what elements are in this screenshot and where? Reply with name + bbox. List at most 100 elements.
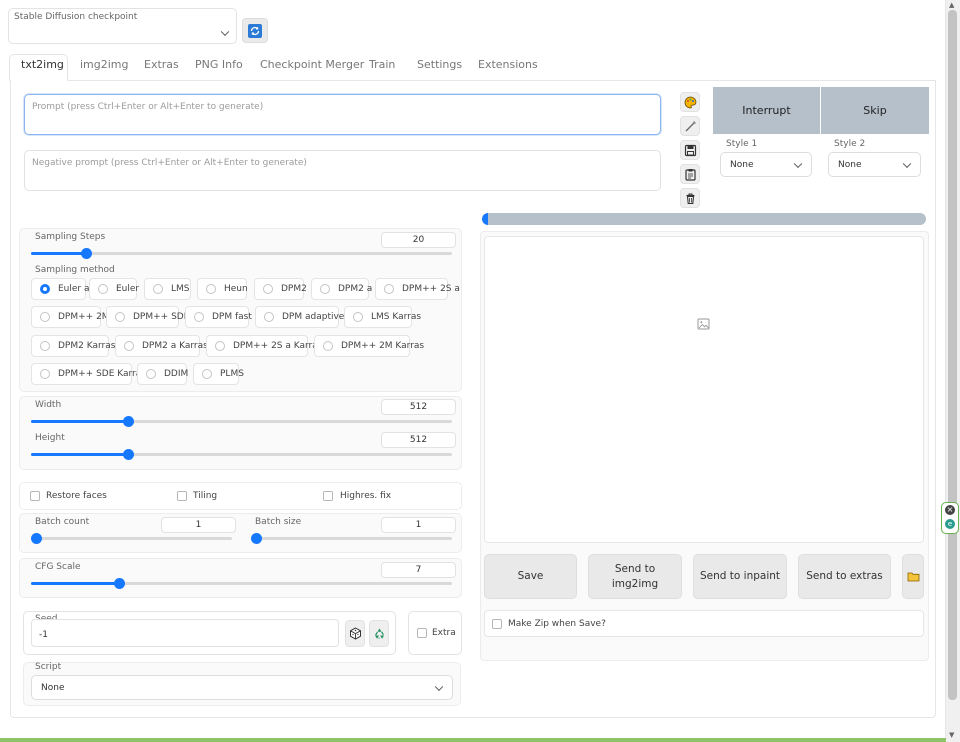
sampling-method-option[interactable]: PLMS (193, 363, 244, 385)
send-to-extras-button[interactable]: Send to extras (798, 554, 891, 599)
open-folder-button[interactable] (902, 554, 924, 599)
slider-fill (31, 453, 128, 456)
slider-thumb[interactable] (251, 533, 262, 544)
sampling-method-option[interactable]: LMS Karras (344, 306, 421, 328)
cfg-scale-slider[interactable] (31, 578, 452, 589)
extra-networks-button[interactable] (680, 92, 700, 112)
settings-icon[interactable]: e (945, 519, 955, 529)
folder-icon (907, 572, 919, 582)
style1-select[interactable]: None (720, 152, 812, 177)
seed-input[interactable]: -1 (31, 619, 339, 647)
sampling-steps-input[interactable]: 20 (381, 232, 456, 248)
slider-thumb[interactable] (31, 533, 42, 544)
sampling-method-option[interactable]: Heun (197, 278, 248, 300)
extra-checkbox[interactable] (417, 628, 427, 638)
batch-size-slider[interactable] (251, 533, 452, 544)
sampling-method-option[interactable]: Euler (89, 278, 139, 300)
radio-circle (263, 284, 273, 294)
tab-txt2img[interactable]: txt2img (21, 58, 64, 71)
script-select[interactable]: None (31, 675, 453, 700)
tab-img2img[interactable]: img2img (80, 58, 129, 71)
sampling-method-option[interactable]: DPM++ 2M (31, 306, 110, 328)
style1-label: Style 1 (726, 139, 758, 149)
interrupt-button[interactable]: Interrupt (713, 87, 821, 134)
progress-bar (482, 213, 926, 225)
tab-train[interactable]: Train (369, 58, 395, 71)
close-icon[interactable]: × (945, 505, 955, 515)
width-label: Width (35, 400, 62, 410)
slider-thumb[interactable] (80, 248, 92, 259)
make-zip-checkbox[interactable] (492, 619, 502, 629)
sampling-method-option[interactable]: Euler a (31, 278, 90, 300)
slider-thumb[interactable] (122, 416, 134, 427)
radio-circle (40, 341, 50, 351)
style1-value: None (730, 159, 754, 170)
random-seed-button[interactable] (345, 620, 365, 647)
read-parameters-button[interactable] (680, 116, 700, 136)
trash-icon (686, 193, 694, 204)
prompt-input[interactable]: Prompt (press Ctrl+Enter or Alt+Enter to… (24, 94, 661, 135)
restore-faces-checkbox[interactable] (30, 491, 40, 501)
sampling-method-option[interactable]: DPM++ 2M Karras (314, 335, 424, 357)
clear-prompt-button[interactable] (680, 188, 700, 208)
checkpoint-select[interactable] (10, 24, 236, 42)
slider-thumb[interactable] (122, 449, 134, 460)
radio-circle (323, 341, 333, 351)
width-input[interactable]: 512 (381, 399, 456, 415)
sampling-method-option[interactable]: DPM++ SDE Karras (31, 363, 146, 385)
scroll-up-icon[interactable]: ▲ (949, 1, 954, 9)
tab-png-info[interactable]: PNG Info (195, 58, 243, 71)
skip-button[interactable]: Skip (821, 87, 929, 134)
tab-extensions[interactable]: Extensions (478, 58, 538, 71)
sampling-method-option[interactable]: DPM++ SDE (106, 306, 189, 328)
negative-prompt-input[interactable]: Negative prompt (press Ctrl+Enter or Alt… (24, 150, 661, 191)
sampling-method-option[interactable]: DPM adaptive (255, 306, 344, 328)
sampling-method-label: Sampling method (35, 265, 115, 275)
sampling-method-option[interactable]: DPM2 a Karras (115, 335, 208, 357)
batch-count-input[interactable]: 1 (161, 517, 236, 533)
save-button[interactable]: Save (484, 554, 577, 599)
dice-icon (349, 627, 361, 640)
hires-fix-checkbox[interactable] (323, 491, 333, 501)
height-slider[interactable] (31, 449, 452, 460)
script-label: Script (35, 662, 62, 672)
palette-icon (684, 96, 696, 108)
sampling-method-option[interactable]: DPM2 (254, 278, 307, 300)
scroll-down-icon[interactable]: ▼ (949, 731, 954, 739)
tab-extras[interactable]: Extras (144, 58, 179, 71)
radio-circle (40, 284, 50, 294)
chevron-down-icon (220, 27, 230, 37)
sampling-method-option[interactable]: DPM2 Karras (31, 335, 115, 357)
apply-style-button[interactable] (680, 164, 700, 184)
sampling-method-option[interactable]: DDIM (137, 363, 188, 385)
radio-circle (153, 284, 163, 294)
height-input[interactable]: 512 (381, 432, 456, 448)
scrollbar-thumb[interactable] (948, 10, 957, 700)
width-slider[interactable] (31, 416, 452, 427)
tab-settings[interactable]: Settings (417, 58, 462, 71)
tab-checkpoint-merger[interactable]: Checkpoint Merger (260, 58, 364, 71)
slider-fill (31, 420, 128, 423)
refresh-checkpoint-button[interactable] (242, 18, 268, 43)
style2-select[interactable]: None (828, 152, 921, 177)
sampling-method-option[interactable]: LMS (144, 278, 191, 300)
sampling-steps-slider[interactable] (31, 248, 452, 259)
sampling-method-option[interactable]: DPM2 a (311, 278, 372, 300)
save-style-button[interactable] (680, 140, 700, 160)
radio-label: DPM2 a Karras (142, 341, 208, 351)
radio-circle (264, 312, 274, 322)
batch-count-slider[interactable] (31, 533, 232, 544)
reuse-seed-button[interactable] (369, 620, 389, 647)
radio-circle (384, 284, 394, 294)
radio-circle (40, 369, 50, 379)
sampling-method-option[interactable]: DPM fast (185, 306, 252, 328)
cfg-scale-input[interactable]: 7 (381, 562, 456, 578)
sampling-method-option[interactable]: DPM++ 2S a (375, 278, 460, 300)
output-gallery (484, 236, 924, 543)
tiling-checkbox[interactable] (177, 491, 187, 501)
send-to-img2img-button[interactable]: Send to img2img (588, 554, 682, 599)
sampling-method-option[interactable]: DPM++ 2S a Karras (206, 335, 322, 357)
radio-label: DPM adaptive (282, 312, 345, 322)
batch-size-input[interactable]: 1 (381, 517, 456, 533)
send-to-inpaint-button[interactable]: Send to inpaint (693, 554, 787, 599)
